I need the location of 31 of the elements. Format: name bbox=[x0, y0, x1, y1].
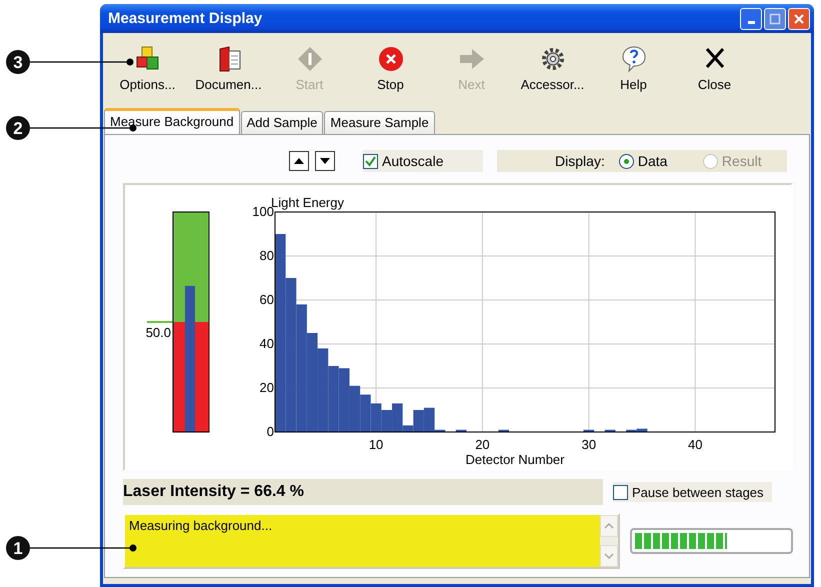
toolbar-button[interactable]: Help bbox=[593, 41, 674, 99]
tick-label: 10 bbox=[368, 437, 384, 452]
tab[interactable]: Add Sample bbox=[240, 111, 324, 134]
tick-label: 80 bbox=[260, 248, 274, 263]
autoscale-checkbox[interactable]: Autoscale bbox=[363, 150, 483, 172]
window-title: Measurement Display bbox=[108, 10, 262, 27]
tick-label: 20 bbox=[475, 437, 490, 452]
callout-number: 2 bbox=[6, 116, 30, 140]
tick-label: 40 bbox=[688, 437, 702, 452]
toolbar-button[interactable]: Documen... bbox=[188, 41, 269, 99]
toolbar-button[interactable]: Options... bbox=[107, 41, 188, 99]
display-label: Display: bbox=[554, 153, 605, 169]
tick-label: 20 bbox=[260, 380, 274, 395]
axis-title: Detector Number bbox=[466, 452, 564, 467]
callout-number: 3 bbox=[6, 50, 30, 74]
tick-label: 60 bbox=[260, 292, 274, 307]
callout-number: 1 bbox=[6, 536, 30, 560]
tick-label: 0 bbox=[266, 424, 274, 439]
radio-button[interactable]: Data bbox=[618, 153, 703, 169]
tick-label: 40 bbox=[260, 336, 274, 351]
tab[interactable]: Measure Background bbox=[104, 108, 240, 134]
status-message: Measuring background... bbox=[128, 517, 274, 535]
laser-intensity-readout: Laser Intensity = 66.4 % bbox=[123, 479, 603, 505]
tick-label: 30 bbox=[582, 437, 596, 452]
threshold-label: 50.0 bbox=[146, 325, 171, 340]
toolbar-button[interactable]: Stop bbox=[350, 41, 431, 99]
pause-checkbox[interactable]: Pause between stages bbox=[613, 482, 772, 502]
toolbar-button[interactable]: Accessor... bbox=[512, 41, 593, 99]
axis-title: Light Energy bbox=[271, 195, 344, 210]
toolbar-button[interactable]: Close bbox=[674, 41, 755, 99]
tab[interactable]: Measure Sample bbox=[324, 111, 435, 134]
